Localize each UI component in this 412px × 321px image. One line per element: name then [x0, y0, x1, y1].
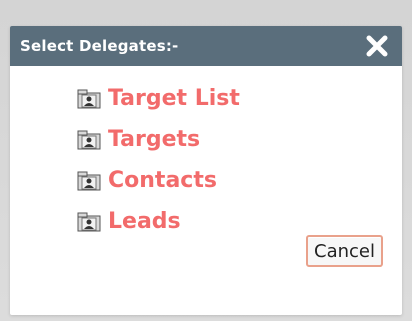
- close-icon[interactable]: [362, 31, 392, 61]
- dialog-titlebar: Select Delegates:-: [10, 26, 402, 66]
- delegate-item-targets[interactable]: Targets: [76, 119, 240, 160]
- delegate-item-leads[interactable]: Leads: [76, 201, 240, 242]
- delegate-list: Target List Targets Contacts Leads: [76, 78, 240, 242]
- delegate-item-label: Leads: [108, 208, 181, 234]
- cancel-button[interactable]: Cancel: [306, 235, 383, 267]
- delegate-item-label: Contacts: [108, 167, 217, 193]
- folder-person-icon: [76, 211, 102, 233]
- dialog-title: Select Delegates:-: [20, 37, 179, 55]
- folder-person-icon: [76, 170, 102, 192]
- folder-person-icon: [76, 129, 102, 151]
- delegate-item-contacts[interactable]: Contacts: [76, 160, 240, 201]
- delegate-item-label: Targets: [108, 126, 201, 152]
- delegate-item-label: Target List: [108, 85, 240, 111]
- folder-person-icon: [76, 88, 102, 110]
- select-delegates-dialog: Select Delegates:- Target List Targets C…: [10, 26, 402, 315]
- delegate-item-target-list[interactable]: Target List: [76, 78, 240, 119]
